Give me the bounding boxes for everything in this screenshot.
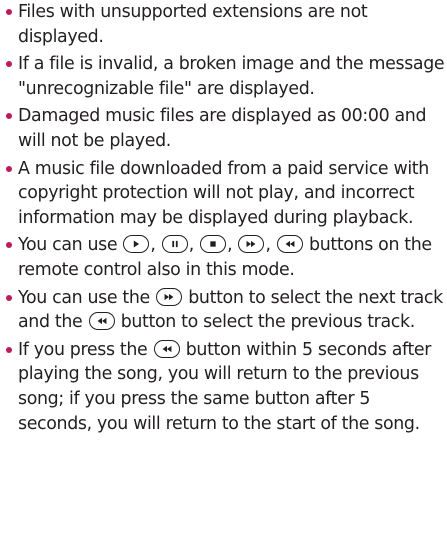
bullet-icon xyxy=(6,9,12,15)
fast-forward-button-icon xyxy=(156,287,183,306)
separator: , xyxy=(150,235,161,256)
bullet-icon xyxy=(6,61,12,68)
fast-forward-button-icon xyxy=(238,235,265,254)
notes-list: Files with unsupported extensions are no… xyxy=(0,0,447,436)
note-text: Damaged music files are displayed as 00:… xyxy=(18,106,427,151)
pause-button-icon xyxy=(161,235,188,254)
note-text: Files with unsupported extensions are no… xyxy=(18,2,368,47)
bullet-icon xyxy=(6,242,12,249)
note-track-select: You can use the button to select the nex… xyxy=(4,286,447,335)
note-text: You can use the xyxy=(18,287,156,308)
note-unsupported-extensions: Files with unsupported extensions are no… xyxy=(4,0,447,49)
rewind-button-icon xyxy=(153,339,180,358)
separator: , xyxy=(188,235,200,256)
note-text: button to select the previous track. xyxy=(115,312,416,333)
note-remote-buttons: You can use , , , , buttons on the remot… xyxy=(4,233,447,282)
rewind-button-icon xyxy=(88,312,115,331)
note-text: If a file is invalid, a broken image and… xyxy=(18,54,445,99)
play-button-icon xyxy=(123,235,150,254)
note-text: You can use xyxy=(18,235,123,256)
bullet-icon xyxy=(6,346,12,353)
note-damaged-files: Damaged music files are displayed as 00:… xyxy=(4,104,447,153)
bullet-icon xyxy=(6,294,12,301)
note-text: If you press the xyxy=(18,339,153,360)
note-text: A music file downloaded from a paid serv… xyxy=(18,158,429,228)
rewind-button-icon xyxy=(276,235,303,254)
stop-button-icon xyxy=(200,235,227,254)
bullet-icon xyxy=(6,113,12,120)
note-rewind-behavior: If you press the button within 5 seconds… xyxy=(4,338,447,436)
bullet-icon xyxy=(6,165,12,172)
note-invalid-file: If a file is invalid, a broken image and… xyxy=(4,52,447,101)
separator: , xyxy=(227,235,238,256)
separator: , xyxy=(265,235,276,256)
note-copyright-protection: A music file downloaded from a paid serv… xyxy=(4,157,447,231)
